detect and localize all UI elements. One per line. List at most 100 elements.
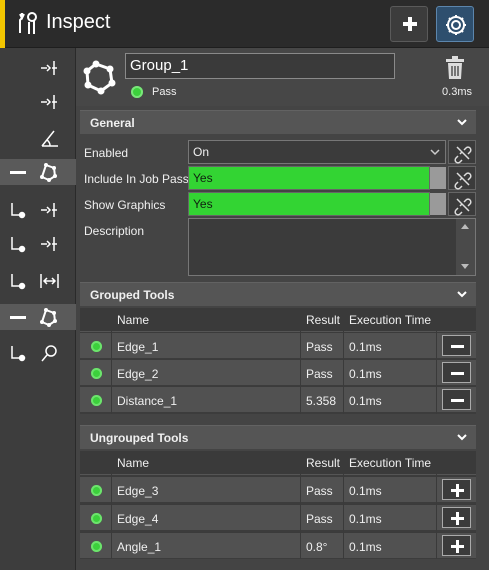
accent-stripe [0,0,5,48]
table-row[interactable]: Edge_2 Pass 0.1ms [80,359,476,385]
enabled-select[interactable]: On [188,140,446,164]
show-graphics-slider-handle[interactable] [430,193,446,215]
unlink-icon [454,146,472,164]
unlink-icon [454,172,472,190]
table-row[interactable]: Edge_3 Pass 0.1ms [80,476,476,502]
include-value: Yes [193,171,213,185]
minus-icon [451,345,464,348]
tool-name-cell: Edge_4 [117,512,159,526]
unlink-icon [454,198,472,216]
show-graphics-toggle[interactable]: Yes [188,192,430,216]
result-cell: 0.8° [306,540,328,554]
page-title: Inspect [46,11,111,33]
result-cell: Pass [306,512,333,526]
sidebar-item-edge[interactable] [0,55,76,81]
pass-status-icon [91,513,102,524]
tool-name-cell: Edge_1 [117,340,159,354]
table-row[interactable]: Angle_1 0.8° 0.1ms [80,532,476,558]
ungrouped-tools-section-header[interactable]: Ungrouped Tools [80,425,476,449]
grouped-tools-section-header[interactable]: Grouped Tools [80,282,476,306]
tool-name-input[interactable]: Group_1 [125,53,395,79]
sidebar-item-angle[interactable] [0,125,76,151]
column-header: Execution Time [349,313,432,327]
sidebar-item-distance[interactable] [0,268,76,294]
tool-status-text: Pass [152,86,177,98]
edge-icon [11,203,57,219]
distance-icon [11,274,59,290]
column-divider [300,451,301,559]
column-divider [111,451,112,559]
sidebar-item-group[interactable] [0,304,76,330]
pass-status-icon [91,395,102,406]
remove-from-group-button[interactable] [442,389,471,410]
section-title: Ungrouped Tools [90,431,189,445]
pass-status-icon [91,541,102,552]
trash-icon [446,56,464,79]
sidebar-item-search[interactable] [0,340,76,366]
description-label: Description [84,224,145,238]
sidebar-item-edge[interactable] [0,231,76,257]
pass-status-icon [91,341,102,352]
scroll-arrows-icon [461,224,469,269]
column-divider [343,308,344,414]
gear-icon [446,15,466,35]
plus-icon [451,540,464,553]
plus-icon [451,512,464,525]
sidebar-item-edge[interactable] [0,197,76,223]
description-textarea[interactable] [188,218,476,276]
description-scrollbar[interactable] [456,219,475,275]
column-header: Name [117,456,150,470]
general-section-header[interactable]: General [80,110,476,134]
include-toggle[interactable]: Yes [188,166,430,190]
column-header: Result [306,456,341,470]
include-slider-handle[interactable] [430,167,446,189]
minus-icon [451,399,464,402]
group-icon [10,163,57,182]
time-cell: 0.1ms [349,367,382,381]
edge-icon [41,95,57,109]
table-row[interactable]: Edge_4 Pass 0.1ms [80,504,476,530]
search-icon [11,345,57,362]
pass-status-icon [131,86,143,98]
add-tool-button[interactable] [390,6,428,42]
time-cell: 0.1ms [349,394,382,408]
chevron-down-icon [430,149,440,156]
column-divider [111,308,112,414]
grouped-tools-table: Name Result Execution Time Edge_1 Pass 0… [80,308,476,414]
link-show-graphics-button[interactable] [448,192,476,216]
time-cell: 0.1ms [349,512,382,526]
time-cell: 0.1ms [349,340,382,354]
enabled-value: On [193,145,210,159]
plus-icon [451,484,464,497]
plus-icon [403,17,417,31]
chevron-down-icon [457,434,467,441]
time-cell: 0.1ms [349,484,382,498]
table-row[interactable]: Edge_1 Pass 0.1ms [80,332,476,358]
result-cell: Pass [306,367,333,381]
group-icon [82,59,118,97]
tool-name-cell: Edge_2 [117,367,159,381]
add-to-group-button[interactable] [442,535,471,556]
chevron-down-icon [457,291,467,298]
column-header: Execution Time [349,456,432,470]
column-divider [436,451,437,559]
table-row[interactable]: Distance_1 5.358 0.1ms [80,386,476,412]
link-include-button[interactable] [448,166,476,190]
settings-button[interactable] [436,6,474,42]
minus-icon [451,372,464,375]
edge-icon [11,237,57,253]
show-graphics-value: Yes [193,197,213,211]
angle-icon [41,130,58,147]
link-enabled-button[interactable] [448,140,476,164]
remove-from-group-button[interactable] [442,335,471,356]
add-to-group-button[interactable] [442,479,471,500]
sidebar-item-group[interactable] [0,159,76,185]
include-label: Include In Job Pass [84,172,189,186]
add-to-group-button[interactable] [442,507,471,528]
sidebar-item-edge[interactable] [0,89,76,115]
remove-from-group-button[interactable] [442,362,471,383]
delete-button[interactable] [442,55,468,81]
show-graphics-label: Show Graphics [84,198,166,212]
ungrouped-tools-table: Name Result Execution Time Edge_3 Pass 0… [80,451,476,559]
edge-icon [41,61,57,75]
